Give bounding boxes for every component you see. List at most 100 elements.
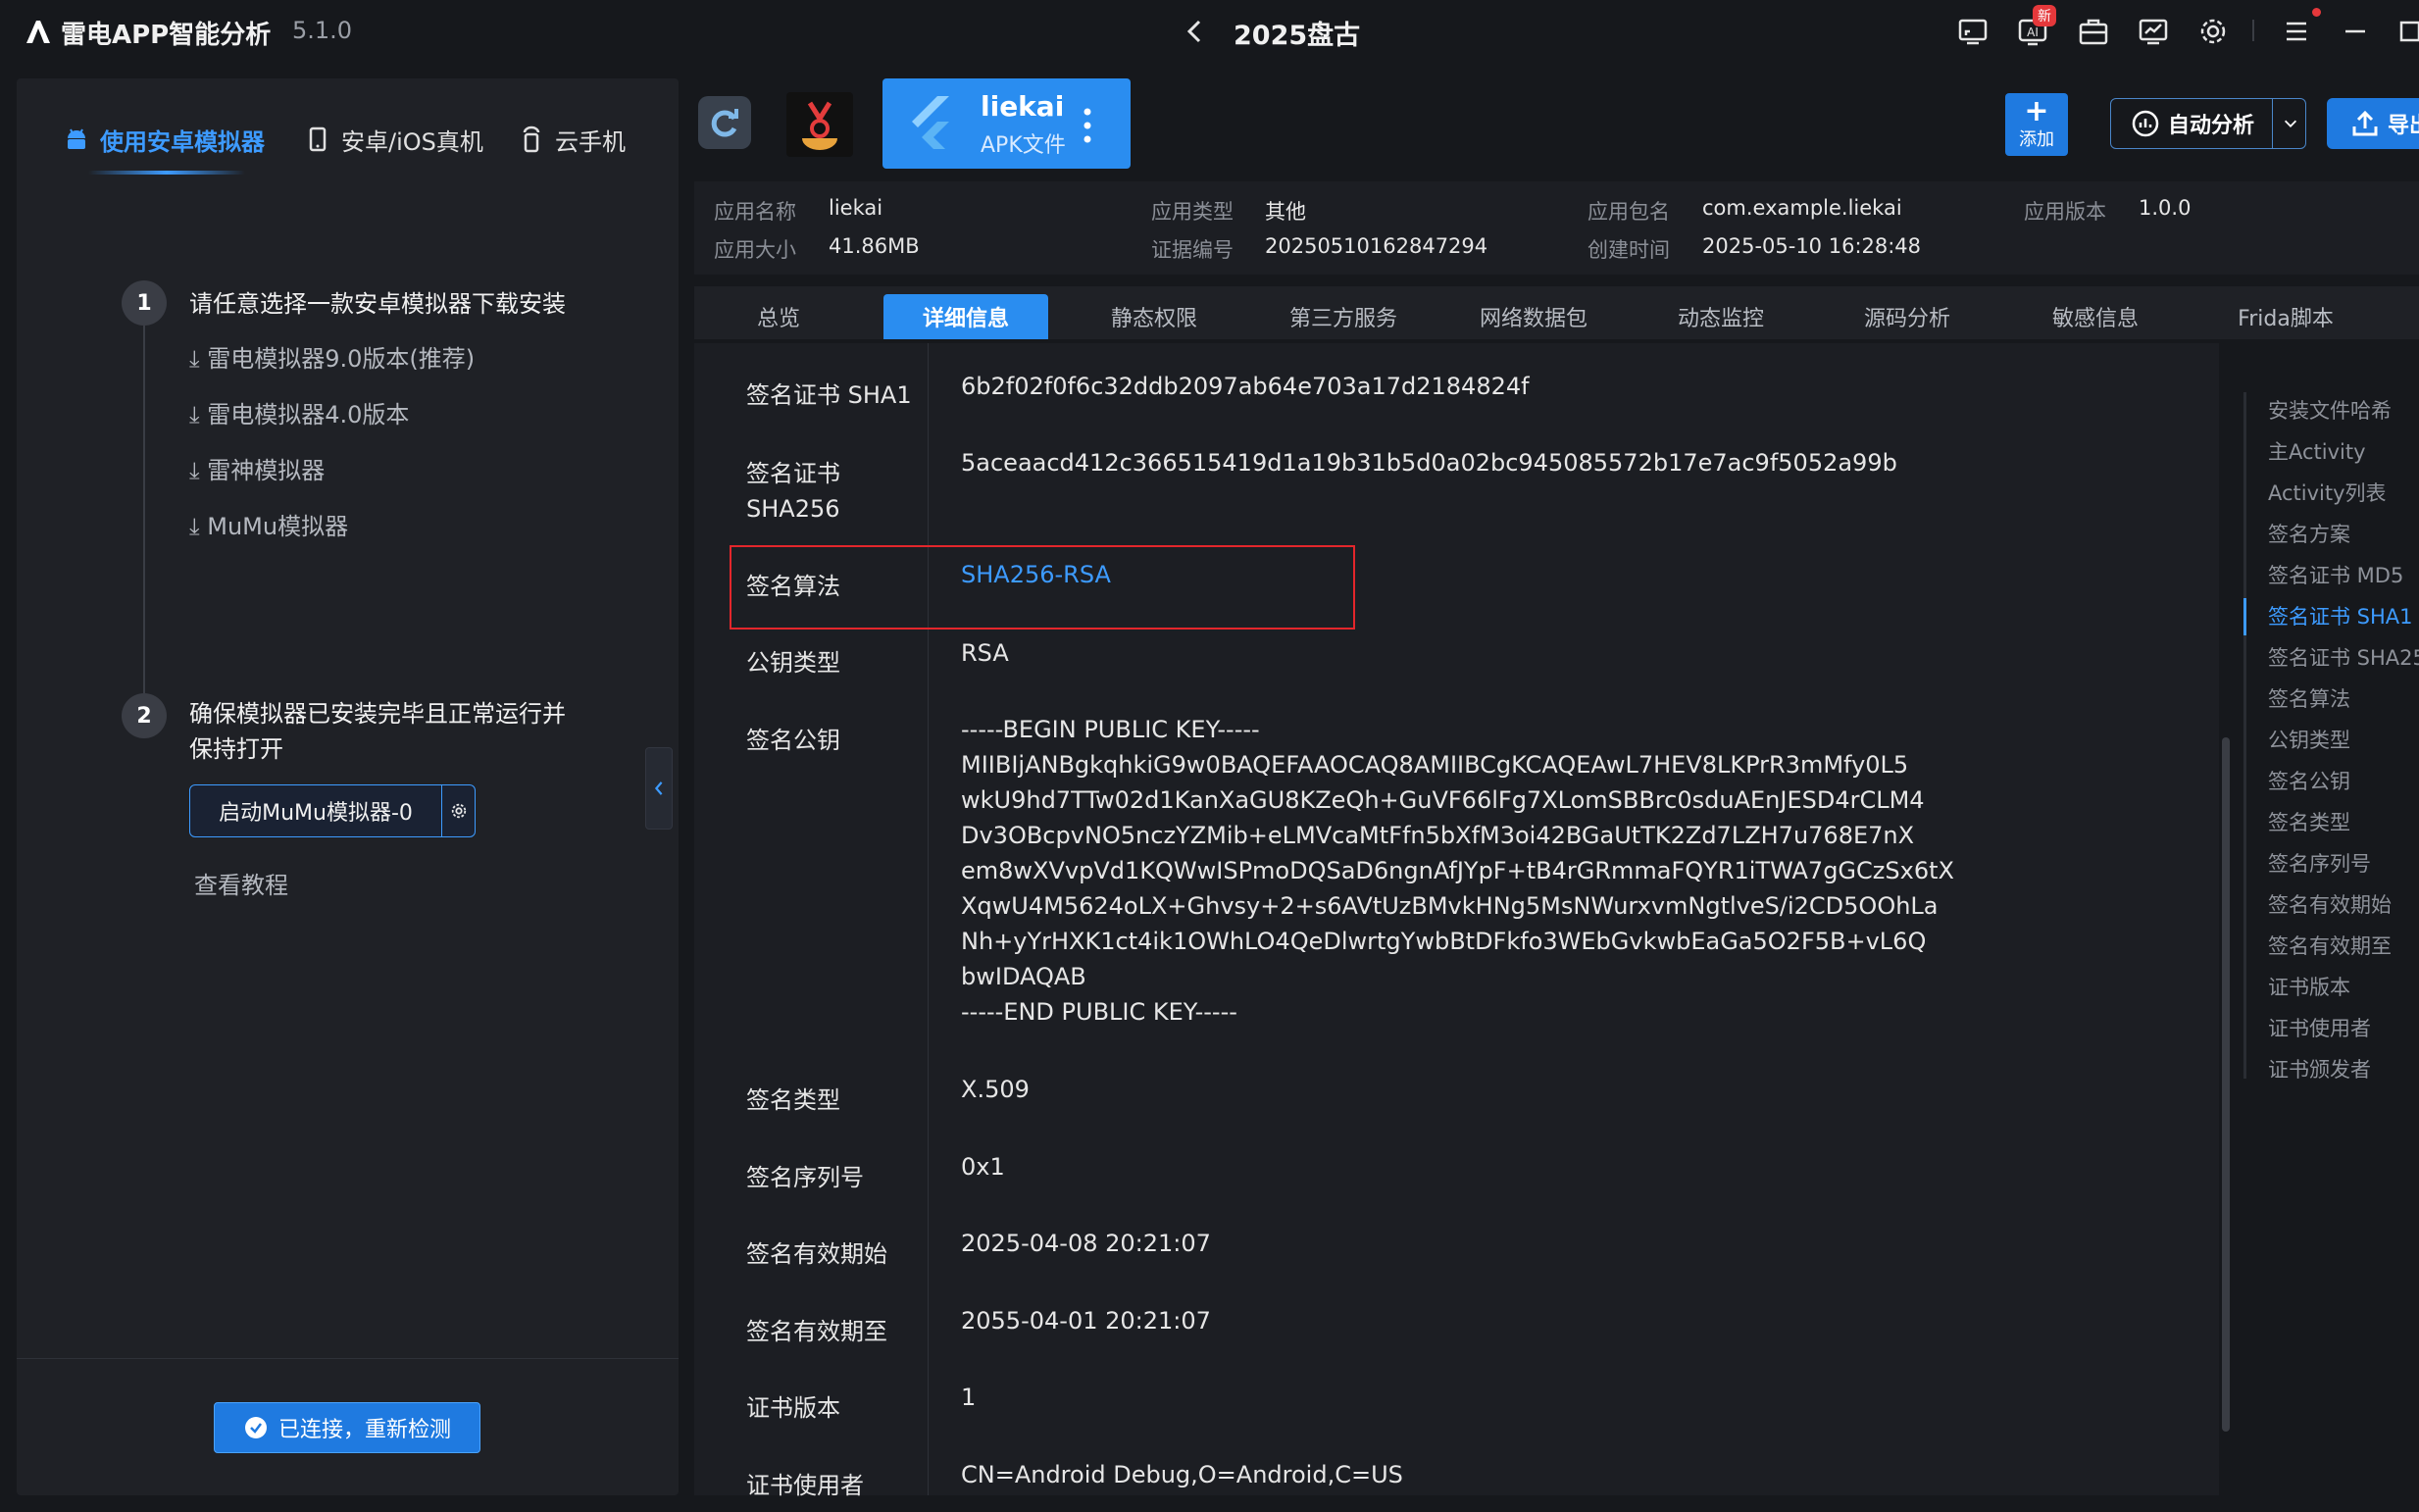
column-divider [928, 343, 929, 1495]
info-version-value: 1.0.0 [2139, 196, 2192, 220]
anchor-cert-sha1[interactable]: 签名证书 SHA1 [2268, 601, 2413, 630]
anchor-serial[interactable]: 签名序列号 [2268, 848, 2371, 878]
active-app-type: APK文件 [981, 133, 1066, 158]
export-button[interactable]: 导出 [2327, 98, 2419, 149]
anchor-cert-subject[interactable]: 证书使用者 [2268, 1013, 2371, 1042]
tab-cloud-phone[interactable]: 云手机 [518, 122, 626, 157]
minimize-icon[interactable] [2338, 14, 2373, 49]
active-app-name: liekai [981, 90, 1065, 123]
auto-analyze-label: 自动分析 [2168, 114, 2255, 138]
info-type-label: 应用类型 [1151, 200, 1234, 224]
value-serial: 0x1 [961, 1153, 1005, 1181]
info-created-value: 2025-05-10 16:28:48 [1702, 234, 1922, 258]
scrollbar-thumb[interactable] [2222, 737, 2230, 1432]
link-label: 雷神模拟器 [207, 457, 326, 484]
tab-sensitive-info[interactable]: 敏感信息 [2032, 294, 2159, 339]
tab-real-device[interactable]: 安卓/iOS真机 [304, 122, 483, 157]
value-public-key: -----BEGIN PUBLIC KEY----- MIIBIjANBgkqh… [961, 716, 1954, 1026]
link-label: MuMu模拟器 [207, 513, 349, 540]
toolbox-icon[interactable] [2076, 14, 2111, 49]
tab-static-permissions[interactable]: 静态权限 [1090, 294, 1218, 339]
more-vertical-icon[interactable] [1081, 106, 1094, 145]
value-algorithm[interactable]: SHA256-RSA [961, 557, 1111, 592]
chevron-down-icon[interactable] [2282, 115, 2299, 132]
tutorial-link[interactable]: 查看教程 [194, 866, 288, 900]
app-thumbnail-1[interactable] [698, 96, 751, 149]
gear-icon[interactable] [2195, 14, 2231, 49]
cloud-phone-icon [523, 126, 540, 153]
value-sha1: 6b2f02f0f6c32ddb2097ab64e703a17d2184824f [961, 373, 1530, 400]
info-id-label: 证据编号 [1151, 238, 1234, 262]
label-serial: 签名序列号 [746, 1164, 864, 1191]
value-valid-from: 2025-04-08 20:21:07 [961, 1230, 1211, 1257]
value-cert-version: 1 [961, 1384, 977, 1411]
link-label: 雷电模拟器4.0版本 [207, 401, 410, 428]
tab-overview[interactable]: 总览 [728, 294, 830, 339]
app-logo-icon [24, 18, 53, 45]
anchor-signing-scheme[interactable]: 签名方案 [2268, 519, 2350, 548]
active-app-card[interactable]: liekai APK文件 [882, 78, 1131, 169]
label-sha256-line2: SHA256 [746, 495, 840, 523]
reconnect-button[interactable]: 已连接，重新检测 [214, 1402, 480, 1453]
label-cert-version: 证书版本 [746, 1394, 840, 1422]
maximize-icon[interactable] [2393, 14, 2419, 49]
anchor-main-activity[interactable]: 主Activity [2268, 436, 2366, 466]
check-circle-icon [244, 1417, 267, 1438]
tab-network-packets[interactable]: 网络数据包 [1465, 294, 1602, 339]
anchor-signature-type[interactable]: 签名类型 [2268, 807, 2350, 836]
anchor-cert-sha256[interactable]: 签名证书 SHA256 [2268, 642, 2419, 672]
anchor-cert-md5[interactable]: 签名证书 MD5 [2268, 560, 2403, 589]
tab-dynamic-monitor[interactable]: 动态监控 [1657, 294, 1785, 339]
step-2-title: 确保模拟器已安装完毕且正常运行并保持打开 [189, 700, 566, 763]
export-label: 导出 [2388, 114, 2419, 138]
reconnect-label: 已连接，重新检测 [277, 1418, 451, 1442]
monitor-chart-icon[interactable] [2136, 14, 2171, 49]
anchor-install-hash[interactable]: 安装文件哈希 [2268, 395, 2392, 425]
tab-third-party[interactable]: 第三方服务 [1275, 294, 1412, 339]
app-thumbnail-2[interactable] [786, 92, 853, 157]
step-connector [143, 326, 145, 693]
chevron-left-icon [654, 781, 663, 795]
anchor-cert-issuer[interactable]: 证书颁发者 [2268, 1054, 2371, 1084]
value-valid-to: 2055-04-01 20:21:07 [961, 1307, 1211, 1335]
value-signature-type: X.509 [961, 1076, 1030, 1103]
step-1-title: 请任意选择一款安卓模拟器下载安装 [189, 290, 566, 318]
back-button[interactable] [1180, 14, 1209, 49]
anchor-cert-version[interactable]: 证书版本 [2268, 972, 2350, 1001]
launch-emulator-label: 启动MuMu模拟器-0 [219, 801, 413, 826]
value-sha256: 5aceaacd412c366515419d1a19b31b5d0a02bc94… [961, 449, 1897, 477]
step-1-badge: 1 [122, 280, 167, 326]
anchor-key-type[interactable]: 公钥类型 [2268, 725, 2350, 754]
auto-analyze-button[interactable]: 自动分析 [2110, 98, 2306, 149]
anchor-algorithm[interactable]: 签名算法 [2268, 683, 2350, 713]
anchor-valid-to[interactable]: 签名有效期至 [2268, 931, 2392, 960]
info-type-value: 其他 [1265, 200, 1306, 224]
tab-source-analysis[interactable]: 源码分析 [1843, 294, 1971, 339]
launch-emulator-button[interactable]: 启动MuMu模拟器-0 [189, 784, 476, 837]
download-mumu-link[interactable]: ⤓ MuMu模拟器 [189, 507, 348, 541]
tab-frida-script[interactable]: Frida脚本 [2222, 294, 2349, 339]
tab-details[interactable]: 详细信息 [883, 294, 1048, 339]
collapse-panel-button[interactable] [645, 747, 673, 830]
label-key-type: 公钥类型 [746, 649, 840, 677]
screen-cast-icon[interactable] [1955, 14, 1991, 49]
anchor-activity-list[interactable]: Activity列表 [2268, 478, 2387, 507]
anchor-public-key[interactable]: 签名公钥 [2268, 766, 2350, 795]
flutter-icon [904, 92, 965, 153]
add-label: 添加 [2019, 129, 2054, 150]
hamburger-menu-icon[interactable] [2279, 14, 2314, 49]
info-pkg-label: 应用包名 [1587, 200, 1670, 224]
label-sha1: 签名证书 SHA1 [746, 381, 912, 409]
label-valid-to: 签名有效期至 [746, 1318, 887, 1345]
download-leishen-link[interactable]: ⤓ 雷神模拟器 [189, 451, 325, 485]
info-id-value: 20250510162847294 [1265, 234, 1488, 258]
tab-android-emulator[interactable]: 使用安卓模拟器 [63, 122, 265, 157]
download-leidian-9-link[interactable]: ⤓ 雷电模拟器9.0版本(推荐) [189, 339, 475, 374]
info-size-label: 应用大小 [714, 238, 796, 262]
new-badge: 新 [2033, 5, 2056, 26]
download-leidian-4-link[interactable]: ⤓ 雷电模拟器4.0版本 [189, 395, 409, 429]
add-app-button[interactable]: + 添加 [2005, 93, 2068, 156]
tab-label: 安卓/iOS真机 [341, 127, 483, 156]
anchor-valid-from[interactable]: 签名有效期始 [2268, 889, 2392, 919]
emulator-settings-icon[interactable] [441, 785, 475, 836]
